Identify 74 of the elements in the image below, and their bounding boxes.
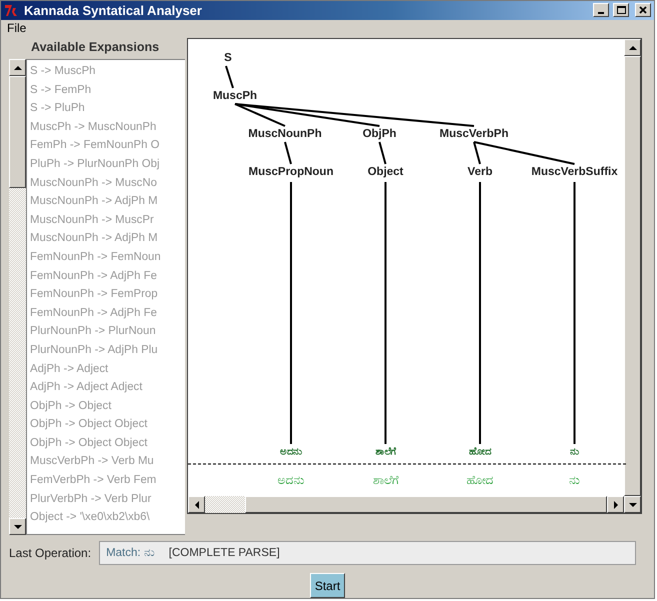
scroll-up-button[interactable] — [624, 39, 641, 56]
input-word: ನು — [569, 473, 580, 487]
app-logo-icon — [4, 3, 20, 18]
list-item[interactable]: S -> PluPh — [30, 99, 185, 118]
list-item[interactable]: PlurNounPh -> AdjPh Plu — [30, 340, 185, 360]
list-item[interactable]: MuscPh -> MuscNounPh — [30, 118, 185, 136]
up-arrow-icon — [12, 64, 22, 72]
parse-status: [COMPLETE PARSE] — [168, 547, 280, 559]
scrollbar[interactable] — [188, 496, 641, 513]
list-item[interactable]: ObjPh -> Object Object — [30, 415, 185, 434]
node-label: MuscNounPh — [248, 128, 322, 140]
left-arrow-icon — [192, 500, 200, 510]
list-item[interactable]: Object -> '\xe0\xb2\xb6\ — [30, 508, 185, 527]
scrollbar[interactable] — [9, 59, 26, 535]
node-label: Object — [368, 166, 404, 178]
list-item[interactable]: S -> MuscPh — [30, 62, 185, 81]
token-text: ಹೋದ — [469, 446, 491, 458]
list-item[interactable]: PluPh -> PlurNounPh Obj — [30, 154, 185, 174]
list-item[interactable]: FemVerbPh -> Verb Fem — [30, 471, 185, 490]
list-item[interactable]: MuscNounPh -> AdjPh M — [30, 229, 185, 248]
panel-heading: Available Expansions — [30, 39, 160, 56]
tree-branch — [378, 142, 386, 164]
list-item[interactable]: FemPh -> FemNounPh O — [30, 136, 185, 155]
node-label: Verb — [468, 166, 492, 178]
scroll-right-button[interactable] — [607, 496, 624, 513]
scroll-up-button[interactable] — [9, 59, 26, 76]
list-item[interactable]: AdjPh -> Adject Adject — [30, 378, 185, 397]
list-item[interactable]: S -> FemPh — [30, 80, 185, 100]
list-item[interactable]: FemNounPh -> AdjPh Fe — [30, 304, 185, 322]
list-item[interactable]: MuscNounPh -> MuscPr — [30, 210, 185, 230]
node-label: MuscVerbSuffix — [531, 166, 618, 178]
list-item[interactable]: FemNounPh -> AdjPh Fe — [30, 266, 185, 286]
list-item[interactable]: FemNounPh -> FemProp — [30, 285, 185, 304]
list-item[interactable]: MuscVerbPh -> Verb Mu — [30, 452, 185, 472]
token-text: ಶಾಲೆಗೆ — [376, 446, 396, 458]
up-arrow-icon — [628, 44, 638, 52]
node-label: MuscPh — [212, 90, 258, 102]
list-item[interactable]: PlurVerbPh -> Verb Plur — [30, 490, 185, 508]
list-item[interactable]: FemNounPh -> FemNoun — [30, 248, 185, 267]
node-label: MuscVerbPh — [439, 128, 509, 140]
token-text: ನು — [570, 446, 579, 458]
close-icon — [639, 6, 647, 14]
close-button[interactable] — [635, 3, 651, 18]
tree-branch — [284, 142, 292, 164]
window-title: Kannada Syntatical Analyser — [24, 2, 203, 18]
list-item[interactable]: MuscNounPh -> MuscNo — [30, 174, 185, 192]
match-text: Match: ನು — [106, 547, 155, 559]
input-word: ಶಾಲೆಗೆ — [373, 473, 398, 487]
down-arrow-icon — [12, 522, 22, 530]
down-arrow-icon — [628, 500, 638, 508]
input-word: ಅದನು — [278, 473, 304, 487]
field-label: Last Operation: — [9, 546, 92, 560]
scroll-thumb[interactable] — [9, 76, 26, 188]
input-word: ಹೋದ — [466, 473, 494, 487]
start-button[interactable]: Start — [310, 573, 346, 598]
tree-branch — [225, 66, 234, 88]
scroll-down-button[interactable] — [624, 496, 641, 513]
minimize-button[interactable] — [593, 3, 609, 18]
scroll-left-button[interactable] — [188, 496, 205, 513]
node-label: S — [224, 52, 232, 64]
list-item[interactable]: MuscNounPh -> AdjPh M — [30, 192, 185, 211]
maximize-icon — [616, 6, 626, 14]
node-label: ObjPh — [362, 128, 396, 140]
node-label: MuscPropNoun — [248, 166, 334, 178]
list-item[interactable]: PlurNounPh -> PlurNoun — [30, 322, 185, 341]
menu-item[interactable]: File — [7, 21, 26, 36]
scroll-down-button[interactable] — [9, 518, 26, 535]
list-item[interactable]: ObjPh -> Object — [30, 396, 185, 416]
scroll-thumb[interactable] — [245, 496, 607, 513]
maximize-button[interactable] — [613, 3, 629, 18]
token-text: ಅದನು — [280, 446, 302, 458]
list-item[interactable]: ObjPh -> Object Object — [30, 434, 185, 452]
right-arrow-icon — [612, 500, 620, 510]
list-item[interactable]: AdjPh -> Adject — [30, 360, 185, 378]
